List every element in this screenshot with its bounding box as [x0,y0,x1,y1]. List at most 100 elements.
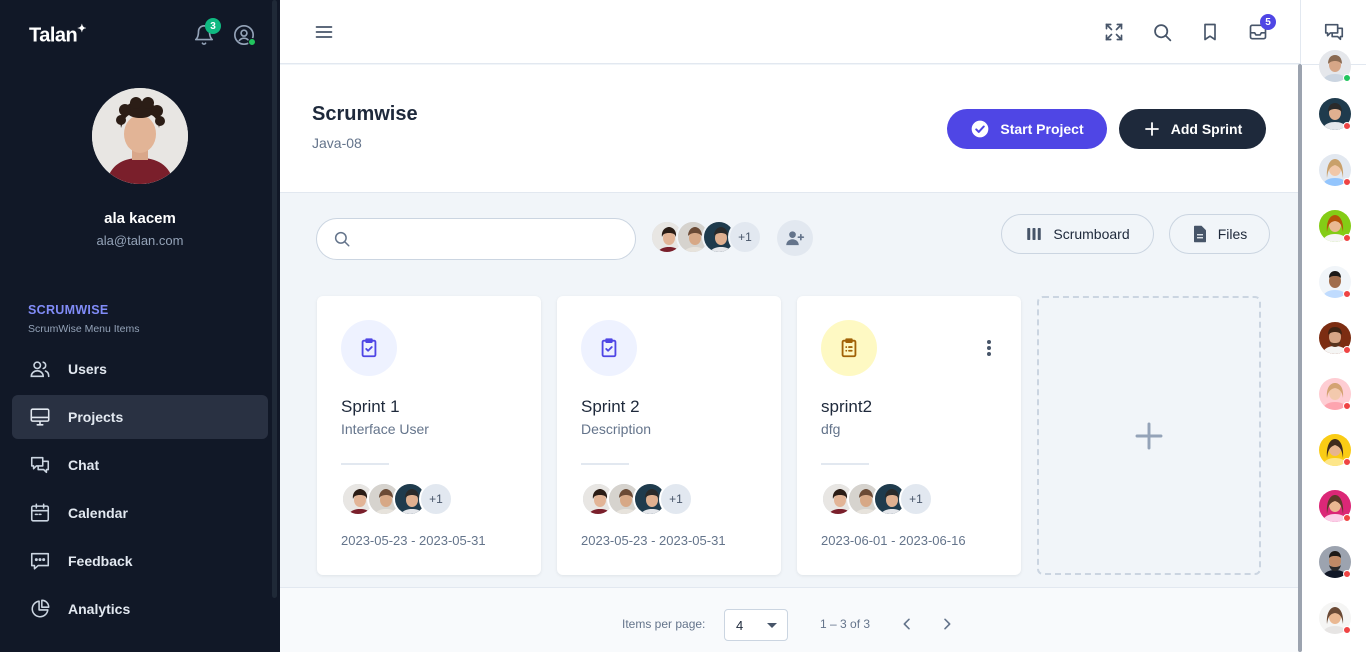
chevron-left-icon [903,618,910,630]
check-circle-icon [972,120,989,138]
project-members[interactable]: +1 [650,220,762,258]
scrumboard-label: Scrumboard [1053,226,1130,242]
menu-section-title: SCRUMWISE [28,303,109,317]
sidebar-scrollbar[interactable] [272,0,277,598]
search-icon [334,231,350,247]
notifications-button[interactable]: 3 [192,18,221,47]
sprint-title: Sprint 1 [341,397,400,416]
files-button[interactable]: Files [1169,214,1270,254]
more-vertical-icon [987,340,991,356]
divider [821,463,869,465]
items-per-page-value: 4 [736,617,744,633]
contact-avatar[interactable] [1319,322,1351,354]
previous-page-button[interactable] [897,614,917,634]
hamburger-icon [315,26,333,38]
contact-avatar[interactable] [1319,50,1351,82]
sprint-card[interactable]: Sprint 2 Description +1 2023-05-23 - 202… [557,296,781,575]
add-sprint-button[interactable]: Add Sprint [1119,109,1266,149]
sidebar-item-label: Users [68,361,107,377]
sprint-members[interactable]: +1 [821,482,933,516]
scrumboard-button[interactable]: Scrumboard [1001,214,1154,254]
user-email: ala@talan.com [96,233,184,248]
search-button[interactable] [1150,20,1174,44]
columns-icon [1027,228,1042,240]
sidebar-item-projects[interactable]: Projects [12,395,268,439]
start-project-button[interactable]: Start Project [947,109,1107,149]
add-member-button[interactable] [777,220,813,256]
offline-status-dot [1343,290,1351,298]
contact-avatar[interactable] [1319,98,1351,130]
caret-down-icon [767,623,777,628]
sidebar-item-feedback[interactable]: Feedback [12,539,268,583]
clipboard-list-icon [821,320,877,376]
items-per-page-label: Items per page: [622,617,706,631]
sprint-card[interactable]: Sprint 1 Interface User +1 2023-05-23 - … [317,296,541,575]
clipboard-check-icon [341,320,397,376]
contact-avatar[interactable] [1319,434,1351,466]
calendar-icon [28,501,52,525]
quick-chat-button[interactable] [1322,20,1346,44]
chat-bubbles-icon [1324,23,1344,41]
sprint-members[interactable]: +1 [341,482,453,516]
paginator: Items per page: 4 1 – 3 of 3 [280,587,1300,652]
sprint-dates: 2023-05-23 - 2023-05-31 [581,533,726,548]
offline-status-dot [1343,122,1351,130]
add-sprint-card[interactable] [1037,296,1261,575]
divider [581,463,629,465]
sidebar-item-label: Chat [68,457,100,473]
more-members-count: +1 [728,220,762,254]
sprint-description: Interface User [341,421,429,437]
sidebar-item-label: Projects [68,409,124,425]
messages-button[interactable]: 5 [1246,14,1276,44]
account-button[interactable] [232,23,256,47]
mail-count-badge: 5 [1260,14,1276,30]
contact-avatar[interactable] [1319,154,1351,186]
sprint-title: sprint2 [821,397,873,416]
sprint-members[interactable]: +1 [581,482,693,516]
page-title: Scrumwise [312,103,418,125]
items-per-page-select[interactable]: 4 [724,609,788,641]
contact-avatar[interactable] [1319,490,1351,522]
contact-avatar[interactable] [1319,378,1351,410]
plus-icon [1135,422,1163,449]
search-icon [1153,23,1171,41]
menu-toggle-button[interactable] [312,20,336,44]
bookmarks-button[interactable] [1198,20,1222,44]
online-status-dot [1343,74,1351,82]
sidebar-item-users[interactable]: Users [12,347,268,391]
profile-avatar[interactable] [92,88,188,184]
topbar: 5 [280,0,1300,64]
more-members-count: +1 [419,482,453,516]
chevron-right-icon [944,618,951,630]
sprint-title: Sprint 2 [581,397,640,416]
card-options-button[interactable] [979,338,999,358]
offline-status-dot [1343,570,1351,578]
clipboard-check-icon [581,320,637,376]
chat-icon [28,453,52,477]
sidebar-item-analytics[interactable]: Analytics [12,587,268,631]
plus-icon [1144,122,1159,136]
add-sprint-label: Add Sprint [1170,121,1243,137]
more-members-count: +1 [659,482,693,516]
next-page-button[interactable] [937,614,957,634]
fullscreen-button[interactable] [1102,20,1126,44]
contact-avatar[interactable] [1319,546,1351,578]
offline-status-dot [1343,626,1351,634]
sidebar-item-chat[interactable]: Chat [12,443,268,487]
sidebar-item-calendar[interactable]: Calendar [12,491,268,535]
sprint-card[interactable]: sprint2 dfg +1 2023-06-01 - 2023-06-16 [797,296,1021,575]
page-subtitle: Java-08 [312,135,362,151]
project-header: Scrumwise Java-08 Start Project Add Spri… [280,65,1300,193]
contact-avatar[interactable] [1319,210,1351,242]
contacts-panel [1298,0,1366,652]
start-project-label: Start Project [1000,121,1084,137]
app-logo[interactable]: Talan✦ [29,23,86,48]
notification-count-badge: 3 [205,18,221,34]
search-input[interactable] [361,231,621,247]
more-members-count: +1 [899,482,933,516]
main-scrollbar[interactable] [1298,64,1302,652]
contact-avatar[interactable] [1319,602,1351,634]
document-icon [1193,225,1206,243]
sprint-description: Description [581,421,652,437]
contact-avatar[interactable] [1319,266,1351,298]
